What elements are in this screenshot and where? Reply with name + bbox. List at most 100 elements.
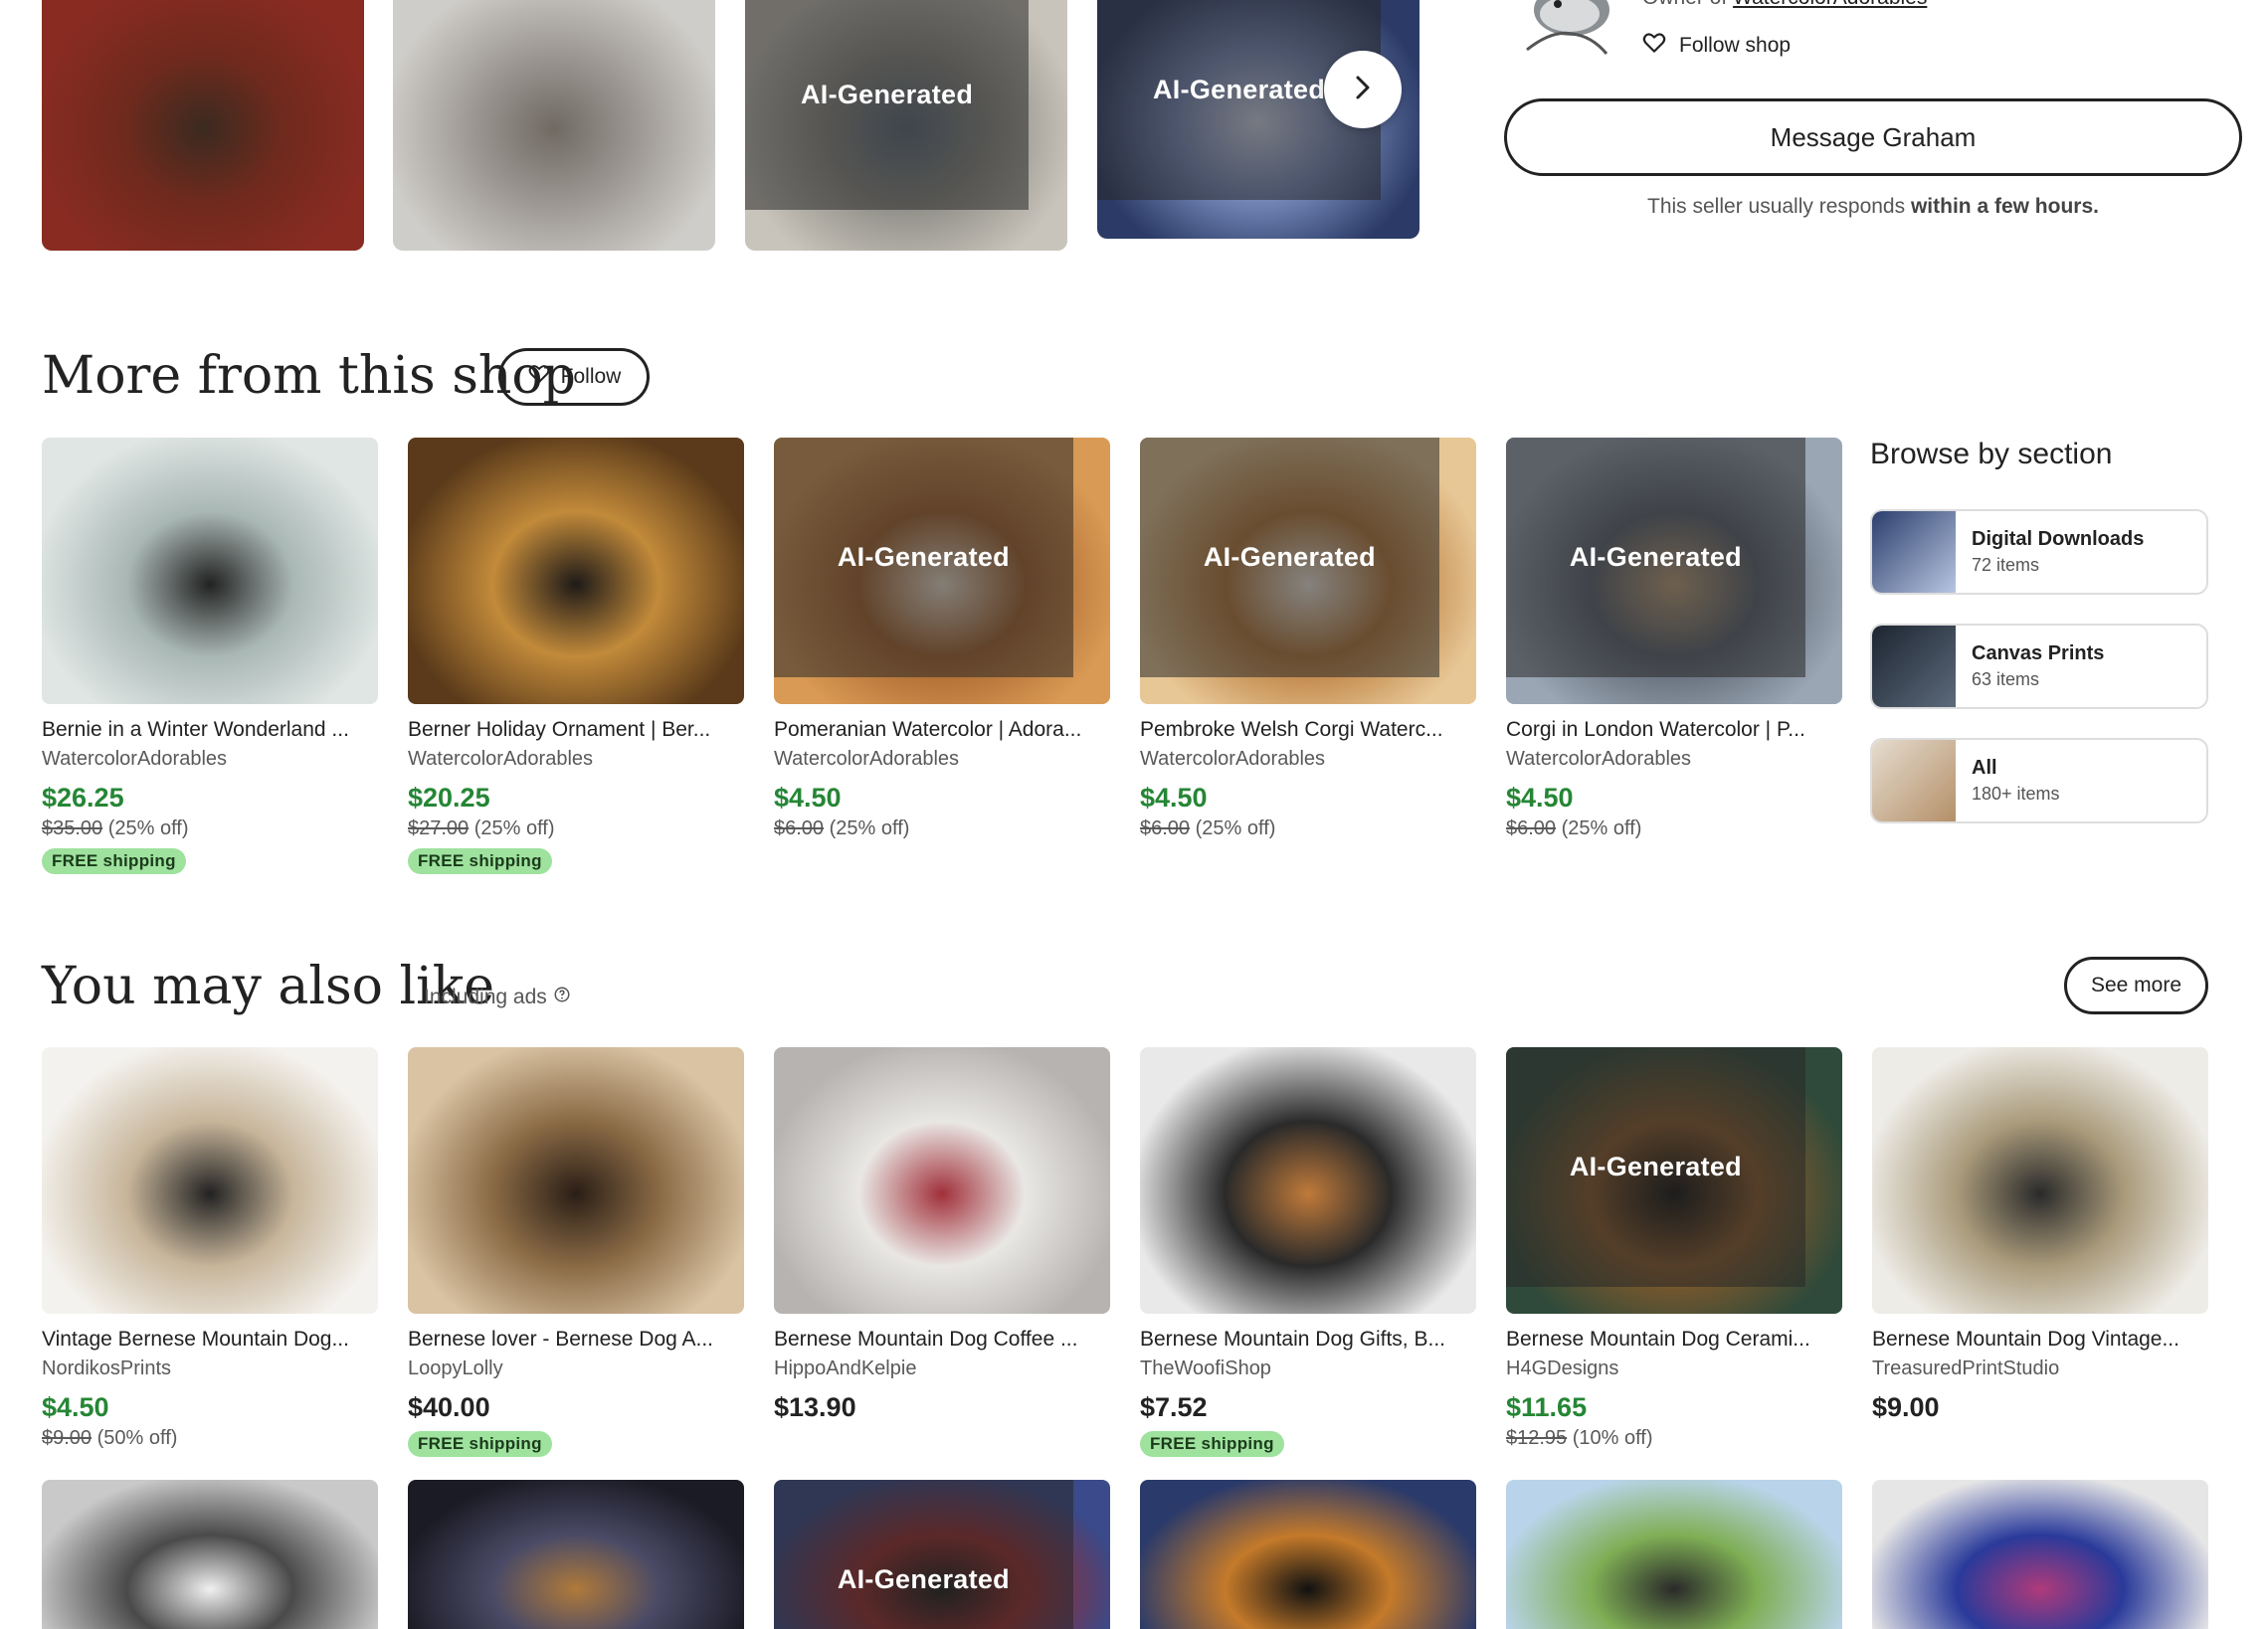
gallery-photo[interactable] [42, 0, 364, 251]
original-price-line: $9.00 (50% off) [42, 1427, 378, 1450]
ai-generated-overlay: AI-Generated [1506, 438, 1805, 678]
listing-title[interactable]: Bernese Mountain Dog Coffee ... [774, 1328, 1110, 1352]
listing-price: $7.52 [1140, 1392, 1208, 1422]
listing-price: $26.25 [42, 783, 124, 813]
including-ads-label: Including ads [424, 986, 547, 1008]
listing-title[interactable]: Bernese Mountain Dog Vintage... [1872, 1328, 2208, 1352]
section-item-count: 63 items [1972, 669, 2040, 689]
listing-image[interactable] [42, 438, 378, 704]
more-from-shop-heading: More from this shop [42, 346, 576, 406]
listing-shop-name[interactable]: WatercolorAdorables [42, 748, 378, 771]
listing-shop-name[interactable]: TreasuredPrintStudio [1872, 1358, 2208, 1380]
follow-label: Follow [560, 365, 622, 388]
listing-card[interactable]: AI-Generated Pembroke Welsh Corgi Waterc.… [1140, 438, 1476, 840]
section-text: All 180+ items [1956, 757, 2060, 805]
listing-title[interactable]: Berner Holiday Ornament | Ber... [408, 718, 744, 742]
listing-card[interactable]: Bernese lover - Bernese Dog A... LoopyLol… [408, 1047, 744, 1457]
message-seller-button[interactable]: Message Graham [1504, 98, 2242, 176]
listing-image[interactable] [1872, 1047, 2208, 1314]
listing-shop-name[interactable]: WatercolorAdorables [1140, 748, 1476, 771]
section-item-count: 180+ items [1972, 784, 2060, 804]
shop-name-link[interactable]: WatercolorAdorables [1733, 0, 1927, 9]
owner-prefix: Owner of [1642, 0, 1727, 9]
listing-image[interactable] [1140, 1480, 1476, 1629]
ai-generated-label: AI-Generated [837, 1563, 1010, 1594]
see-more-button[interactable]: See more [2064, 957, 2208, 1014]
browse-section-item[interactable]: All 180+ items [1870, 738, 2208, 823]
listing-title[interactable]: Corgi in London Watercolor | P... [1506, 718, 1842, 742]
section-text: Digital Downloads 72 items [1956, 528, 2144, 576]
listing-image[interactable] [42, 1047, 378, 1314]
help-icon [553, 986, 571, 1009]
browse-section-item[interactable]: Canvas Prints 63 items [1870, 624, 2208, 709]
discount-percent: (25% off) [1561, 817, 1642, 839]
listing-shop-name[interactable]: TheWoofiShop [1140, 1358, 1476, 1380]
listing-image[interactable]: AI-Generated [774, 1480, 1110, 1629]
listing-image[interactable]: AI-Generated [1506, 1047, 1842, 1314]
listing-image[interactable]: AI-Generated [1506, 438, 1842, 704]
listing-card[interactable]: AI-Generated Corgi in London Watercolor |… [1506, 438, 1842, 840]
listing-shop-name[interactable]: H4GDesigns [1506, 1358, 1842, 1380]
responds-prefix: This seller usually responds [1647, 195, 1906, 218]
original-price: $6.00 [1506, 817, 1557, 839]
listing-card[interactable]: Vintage Bernese Mountain Dog... NordikosP… [42, 1047, 378, 1450]
heart-icon [1641, 30, 1667, 62]
browse-section-item[interactable]: Digital Downloads 72 items [1870, 509, 2208, 595]
listing-shop-name[interactable]: WatercolorAdorables [408, 748, 744, 771]
discount-percent: (25% off) [1195, 817, 1276, 839]
listing-card[interactable]: Bernie in a Winter Wonderland ... Waterco… [42, 438, 378, 874]
gallery-photo[interactable]: AI-Generated [745, 0, 1067, 251]
ai-generated-overlay: AI-Generated [745, 0, 1030, 211]
listing-title[interactable]: Pembroke Welsh Corgi Waterc... [1140, 718, 1476, 742]
listing-title[interactable]: Bernese Mountain Dog Gifts, B... [1140, 1328, 1476, 1352]
ai-generated-overlay: AI-Generated [774, 438, 1073, 678]
listing-shop-name[interactable]: HippoAndKelpie [774, 1358, 1110, 1380]
listing-price: $4.50 [1140, 783, 1208, 813]
listing-image[interactable] [1872, 1480, 2208, 1629]
listing-card[interactable]: AI-Generated Pomeranian Watercolor | Ador… [774, 438, 1110, 840]
listing-shop-name[interactable]: LoopyLolly [408, 1358, 744, 1380]
discount-percent: (10% off) [1572, 1427, 1653, 1449]
listing-image[interactable] [1506, 1480, 1842, 1629]
listing-title[interactable]: Bernese lover - Bernese Dog A... [408, 1328, 744, 1352]
including-ads-note[interactable]: Including ads [424, 986, 571, 1009]
original-price-line: $6.00 (25% off) [774, 817, 1110, 840]
listing-card[interactable]: Bernese Mountain Dog Vintage... Treasured… [1872, 1047, 2208, 1423]
ai-generated-overlay: AI-Generated [774, 1480, 1073, 1629]
listing-card[interactable]: AI-Generated Bernese Mountain Dog Cerami.… [1506, 1047, 1842, 1450]
listing-title[interactable]: Bernese Mountain Dog Cerami... [1506, 1328, 1842, 1352]
listing-image[interactable]: AI-Generated [774, 438, 1110, 704]
ai-generated-label: AI-Generated [1569, 1152, 1742, 1182]
listing-card[interactable]: Bernese Mountain Dog Gifts, B... TheWoofi… [1140, 1047, 1476, 1457]
listing-card[interactable]: Berner Holiday Ornament | Ber... Watercol… [408, 438, 744, 874]
listing-image[interactable] [774, 1047, 1110, 1314]
listing-title[interactable]: Vintage Bernese Mountain Dog... [42, 1328, 378, 1352]
listing-image[interactable] [408, 1480, 744, 1629]
listing-price: $9.00 [1872, 1392, 1940, 1422]
listing-image[interactable] [408, 438, 744, 704]
listing-card[interactable]: Bernese Mountain Dog Coffee ... HippoAndK… [774, 1047, 1110, 1423]
listing-shop-name[interactable]: NordikosPrints [42, 1358, 378, 1380]
listing-image[interactable] [408, 1047, 744, 1314]
gallery-next-button[interactable] [1324, 51, 1402, 128]
discount-percent: (25% off) [829, 817, 910, 839]
gallery-photo[interactable] [393, 0, 715, 251]
listing-shop-name[interactable]: WatercolorAdorables [1506, 748, 1842, 771]
ai-generated-overlay: AI-Generated [1506, 1047, 1805, 1288]
original-price-line: $6.00 (25% off) [1506, 817, 1842, 840]
section-name: Digital Downloads [1972, 528, 2145, 550]
listing-shop-name[interactable]: WatercolorAdorables [774, 748, 1110, 771]
follow-shop-button[interactable]: Follow shop [1641, 30, 1791, 62]
follow-button[interactable]: Follow [498, 348, 650, 406]
listing-image[interactable]: AI-Generated [1140, 438, 1476, 704]
listing-title[interactable]: Bernie in a Winter Wonderland ... [42, 718, 378, 742]
discount-percent: (25% off) [473, 817, 555, 839]
listing-price: $11.65 [1506, 1392, 1588, 1422]
listing-title[interactable]: Pomeranian Watercolor | Adora... [774, 718, 1110, 742]
seller-avatar[interactable] [1512, 0, 1621, 60]
section-thumbnail [1872, 740, 1956, 821]
listing-image[interactable] [42, 1480, 378, 1629]
section-thumbnail [1872, 511, 1956, 593]
discount-percent: (25% off) [107, 817, 189, 839]
listing-image[interactable] [1140, 1047, 1476, 1314]
